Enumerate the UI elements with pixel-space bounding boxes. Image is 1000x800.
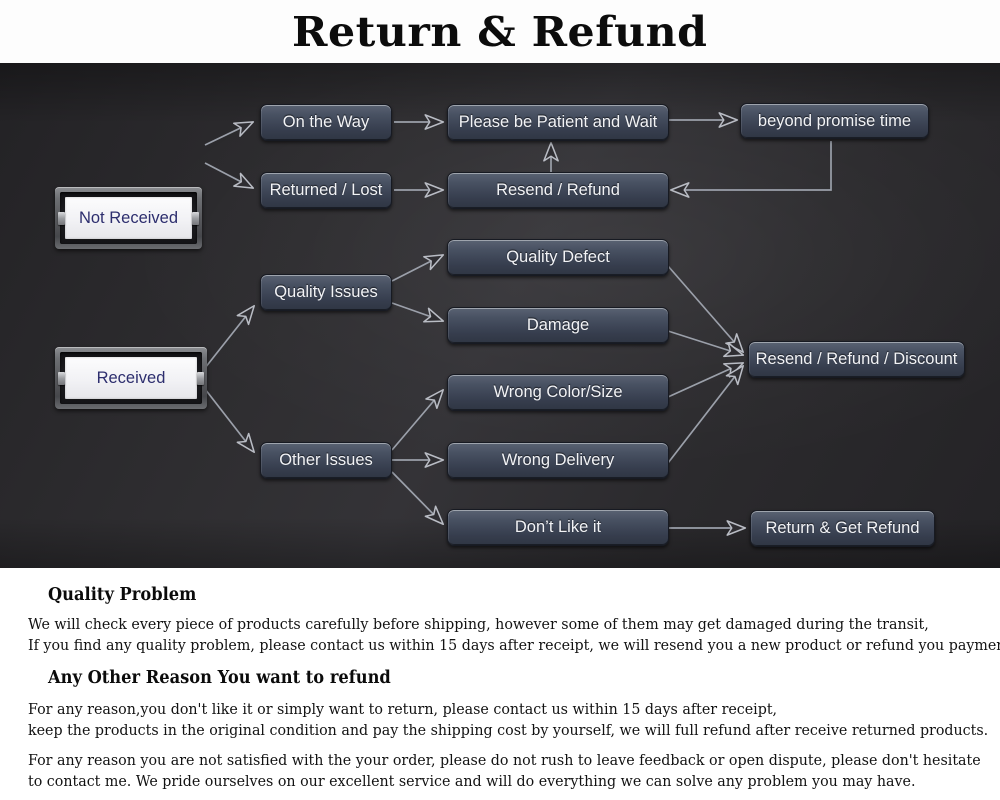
other-reason-line-2: keep the products in the original condit… <box>28 721 989 739</box>
quality-problem-line-2: If you find any quality problem, please … <box>28 636 1000 654</box>
bezel-clip-right-icon <box>197 372 204 385</box>
node-wrong-delivery-label: Wrong Delivery <box>501 451 615 469</box>
wire-otherissues-wrongcolorsize <box>391 388 444 451</box>
header-banner: Return & Refund <box>0 0 1000 63</box>
node-dont-like-it-label: Don’t Like it <box>514 518 602 536</box>
node-not-received-frame: Not Received <box>60 192 197 244</box>
node-quality-issues[interactable]: Quality Issues <box>260 274 392 311</box>
wire-damage-resendrefunddiscount <box>667 330 745 358</box>
node-not-received[interactable]: Not Received <box>55 187 202 249</box>
node-return-get-refund[interactable]: Return & Get Refund <box>750 510 935 547</box>
node-on-the-way[interactable]: On the Way <box>260 104 392 141</box>
node-resend-refund-discount[interactable]: Resend / Refund / Discount <box>748 341 965 378</box>
wire-received-otherissues <box>204 388 255 454</box>
bezel-clip-left-icon <box>58 372 65 385</box>
node-return-get-refund-label: Return & Get Refund <box>765 519 920 537</box>
node-quality-issues-label: Quality Issues <box>274 283 378 301</box>
flowchart-panel: Not Received Received On the Way Returne… <box>0 63 1000 568</box>
node-resend-refund-label: Resend / Refund <box>496 181 620 199</box>
node-damage[interactable]: Damage <box>447 307 669 344</box>
other-reason-line-1: For any reason,you don't like it or simp… <box>28 700 778 718</box>
node-wrong-delivery[interactable]: Wrong Delivery <box>447 442 669 479</box>
node-quality-defect[interactable]: Quality Defect <box>447 239 669 276</box>
quality-problem-line-1: We will check every piece of products ca… <box>28 615 929 633</box>
node-resend-refund-discount-label: Resend / Refund / Discount <box>755 350 958 368</box>
node-other-issues[interactable]: Other Issues <box>260 442 392 479</box>
wire-notreceived-returnedlost <box>204 162 255 189</box>
node-on-the-way-label: On the Way <box>282 113 370 131</box>
wire-beyondpromise-resendrefund <box>669 141 832 198</box>
node-wrong-color-size[interactable]: Wrong Color/Size <box>447 374 669 411</box>
node-other-issues-label: Other Issues <box>279 451 373 469</box>
wire-qualitydefect-resendrefunddiscount <box>667 265 744 354</box>
wire-qualityissues-qualitydefect <box>391 254 445 282</box>
node-beyond-promise-time[interactable]: beyond promise time <box>740 103 929 139</box>
policy-text-section: Quality Problem We will check every piec… <box>0 568 1000 800</box>
wire-qualityissues-damage <box>391 302 445 323</box>
return-refund-infographic: Return & Refund Not Received Received On… <box>0 0 1000 800</box>
node-received-frame: Received <box>60 352 202 404</box>
node-damage-label: Damage <box>526 316 590 334</box>
node-received[interactable]: Received <box>55 347 207 409</box>
node-beyond-promise-time-label: beyond promise time <box>757 111 912 130</box>
node-received-label: Received <box>65 357 197 399</box>
wire-received-qualityissues <box>204 304 255 369</box>
node-wrong-color-size-label: Wrong Color/Size <box>493 383 623 401</box>
node-returned-lost-label: Returned / Lost <box>269 181 383 199</box>
wire-otherissues-dontlikeit <box>391 471 445 526</box>
bezel-clip-right-icon <box>192 212 199 225</box>
wire-notreceived-ontheway <box>204 121 255 146</box>
node-please-be-patient-and-wait-label: Please be Patient and Wait <box>458 113 658 131</box>
node-not-received-label: Not Received <box>65 197 192 239</box>
other-reason-line-3: For any reason you are not satisfied wit… <box>28 751 981 769</box>
other-reason-line-4: to contact me. We pride ourselves on our… <box>28 772 916 790</box>
node-please-be-patient-and-wait[interactable]: Please be Patient and Wait <box>447 104 669 141</box>
node-quality-defect-label: Quality Defect <box>506 248 610 266</box>
node-dont-like-it[interactable]: Don’t Like it <box>447 509 669 546</box>
heading-quality-problem: Quality Problem <box>48 585 197 605</box>
node-returned-lost[interactable]: Returned / Lost <box>260 172 392 209</box>
page-title: Return & Refund <box>292 7 708 56</box>
bezel-clip-left-icon <box>58 212 65 225</box>
heading-any-other-reason: Any Other Reason You want to refund <box>48 668 391 688</box>
node-resend-refund[interactable]: Resend / Refund <box>447 172 669 209</box>
